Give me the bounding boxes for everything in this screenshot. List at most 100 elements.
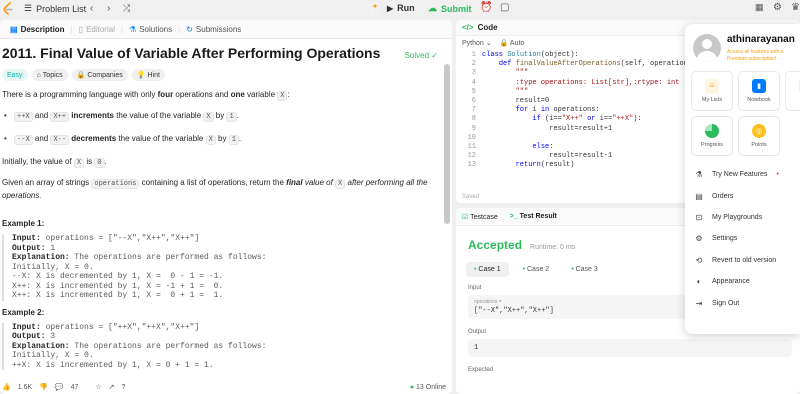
like-count: 1.6K [17, 383, 33, 391]
code-icon: </> [462, 23, 474, 32]
sign-out-icon: ⇥ [695, 298, 703, 308]
description-scrollbar[interactable] [444, 64, 450, 224]
online-count: ● 13 Online [409, 383, 446, 391]
new-dot-icon: • [776, 171, 779, 179]
description-paragraph: Initially, the value of X is 0. [2, 157, 107, 168]
example-1-block: Input: operations = ["--X","X++","X++"] … [2, 234, 444, 301]
pass-dot-icon: • [522, 266, 526, 273]
notebook-icon: ▮ [752, 79, 766, 93]
checkbox-icon: ☑ [462, 213, 469, 221]
operations-list: ++X and X++ increments the value of the … [2, 110, 444, 146]
companies-badge[interactable]: 🔒 Companies [71, 69, 128, 81]
shuffle-icon[interactable]: ⤮ [123, 3, 130, 14]
menu-item-my-playgrounds[interactable]: ⊡ My Playgrounds [695, 207, 800, 228]
tab-solutions[interactable]: ⚗ Solutions [123, 25, 178, 34]
book-icon: ▯ [78, 24, 84, 34]
share-icon[interactable]: ↗ [109, 383, 115, 391]
tab-description[interactable]: ▤ Description [4, 25, 71, 34]
case-tab-3[interactable]: • Case 3 [563, 262, 606, 277]
menu-items: ⚗ Try New Features • ▤ Orders ⊡ My Playgroun… [685, 156, 800, 314]
list-icon: ☰ [705, 79, 719, 93]
alarm-icon[interactable]: ⏰ [480, 2, 492, 13]
menu-item-orders[interactable]: ▤ Orders [695, 185, 800, 206]
user-header: athinarayanan Access all features with o… [685, 24, 800, 63]
menu-item-revert-old-version[interactable]: ⟲ Revert to old version [695, 250, 800, 271]
description-paragraph: There is a programming language with onl… [2, 90, 290, 101]
pie-chart-icon [705, 124, 719, 138]
topics-badge[interactable]: ⌂ Topics [31, 69, 68, 81]
tile-progress[interactable]: Progress [691, 116, 733, 156]
comment-count: 47 [70, 383, 79, 391]
list-icon: ☰ [24, 3, 33, 13]
help-icon[interactable]: ? [122, 384, 126, 391]
thumbs-up-icon[interactable]: 👍 [2, 383, 11, 391]
menu-tiles-row-1: ☰ My Lists ▮ Notebook Su [685, 63, 800, 111]
prev-problem-icon[interactable]: ‹ [90, 3, 93, 14]
menu-item-sign-out[interactable]: ⇥ Sign Out [695, 292, 800, 313]
layout-icon[interactable]: ▦ [755, 2, 764, 13]
receipt-icon: ▤ [695, 191, 703, 201]
premium-promo-line1[interactable]: Access all features with o [727, 49, 795, 56]
submit-button[interactable]: ☁ Submit [428, 3, 472, 14]
thumbs-down-icon[interactable]: 👎 [39, 383, 48, 391]
case-tab-1[interactable]: • Case 1 [466, 262, 509, 277]
problem-list-button[interactable]: ☰ Problem List [24, 3, 86, 14]
description-panel: ▤ Description | ▯ Editorial | ⚗ Solution… [0, 20, 452, 394]
hint-badge[interactable]: 💡 Hint [131, 69, 165, 81]
language-select[interactable]: Python ⌄ [462, 39, 492, 47]
notes-icon[interactable]: ▢ [500, 2, 509, 13]
tag-icon: ⌂ [36, 71, 41, 79]
tile-points[interactable]: ◎ Points [738, 116, 780, 156]
tile-submissions[interactable]: Su [785, 71, 800, 111]
check-circle-icon: ✓ [431, 51, 438, 60]
tile-my-lists[interactable]: ☰ My Lists [691, 71, 733, 111]
flask-icon: ⚗ [129, 24, 137, 34]
example-2-title: Example 2: [2, 307, 45, 317]
play-icon: ▶ [387, 3, 394, 13]
coin-icon: ◎ [752, 124, 766, 138]
logo-icon[interactable] [2, 2, 14, 16]
saved-status: Saved [462, 194, 480, 200]
revert-icon: ⟲ [695, 255, 703, 265]
description-tabs: ▤ Description | ▯ Editorial | ⚗ Solution… [0, 20, 452, 39]
terminal-icon: >_ [509, 213, 518, 220]
menu-item-settings[interactable]: ⚙ Settings [695, 228, 800, 249]
debug-icon[interactable]: ✦ [369, 2, 381, 16]
menu-item-appearance[interactable]: ◐ Appearance [695, 271, 800, 292]
solved-status: Solved ✓ [404, 51, 438, 60]
problem-title[interactable]: 2011. Final Value of Variable After Perf… [2, 45, 444, 61]
avatar[interactable] [693, 34, 721, 62]
user-info: athinarayanan Access all features with o… [727, 34, 795, 63]
menu-tiles-row-2: Progress ◎ Points [685, 111, 800, 156]
example-1-title: Example 1: [2, 219, 45, 228]
auto-select[interactable]: 🔒 Auto [500, 39, 525, 47]
pass-dot-icon: • [571, 266, 574, 273]
description-paragraph: Given an array of strings operations con… [2, 178, 428, 200]
document-icon: ▤ [10, 24, 18, 34]
star-icon[interactable]: ☆ [95, 383, 101, 391]
difficulty-badge[interactable]: Easy [2, 69, 28, 81]
tab-test-result[interactable]: >_ Test Result [510, 213, 557, 220]
expected-label: Expected [468, 367, 494, 373]
chevron-down-icon: ⌄ [485, 39, 492, 47]
username[interactable]: athinarayanan [727, 34, 795, 45]
tab-testcase[interactable]: ☑ Testcase [462, 213, 498, 221]
premium-icon[interactable]: ♛ [791, 2, 800, 13]
menu-item-try-new-features[interactable]: ⚗ Try New Features • [695, 164, 800, 185]
case-tab-2[interactable]: • Case 2 [515, 262, 558, 277]
tile-notebook[interactable]: ▮ Notebook [738, 71, 780, 111]
lock-icon: 🔒 [76, 72, 86, 79]
premium-promo-line2[interactable]: Premium subscription! [727, 56, 795, 63]
gear-icon: ⚙ [695, 234, 703, 244]
tab-editorial[interactable]: ▯ Editorial [73, 25, 121, 34]
run-button[interactable]: ▶ Run [387, 3, 415, 13]
lightbulb-icon: 💡 [136, 72, 146, 79]
list-item: ++X and X++ increments the value of the … [2, 110, 444, 123]
tab-submissions[interactable]: ↻ Submissions [180, 25, 247, 34]
settings-icon[interactable]: ⚙ [773, 2, 782, 13]
description-footer: 👍 1.6K 👎 💬 47 ☆ ↗ ? ● 13 Online [0, 380, 452, 394]
next-problem-icon[interactable]: › [107, 3, 110, 14]
lock-icon: 🔒 [499, 39, 509, 47]
comment-icon[interactable]: 💬 [55, 383, 64, 391]
terminal-icon: ⊡ [695, 212, 703, 222]
